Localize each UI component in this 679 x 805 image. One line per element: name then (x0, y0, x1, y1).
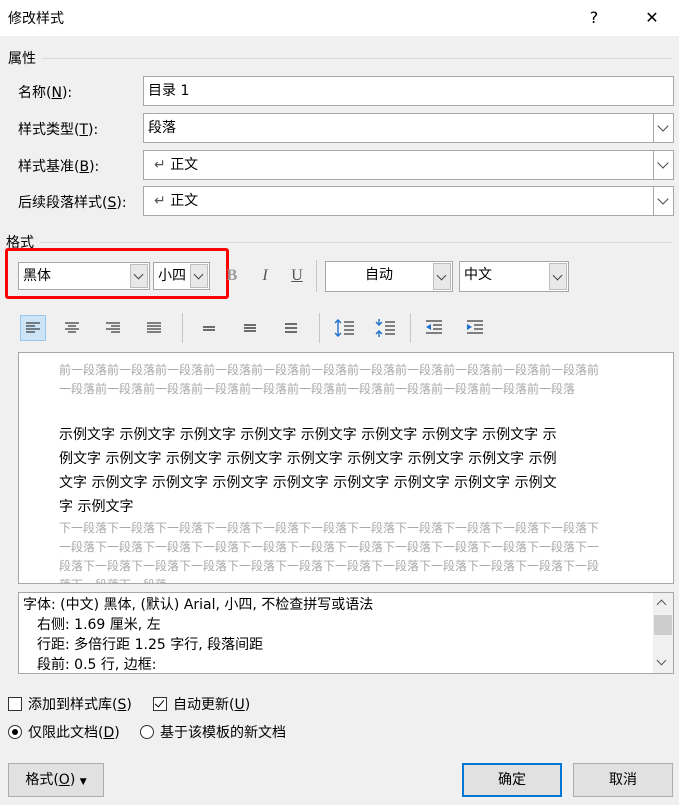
name-input[interactable]: 目录 1 (143, 76, 674, 106)
ok-button[interactable]: 确定 (462, 763, 562, 797)
style-type-label: 样式类型(T): (18, 122, 99, 138)
scrollbar-thumb[interactable] (654, 615, 672, 635)
align-center-icon (65, 322, 79, 333)
single-spacing-button[interactable] (197, 316, 221, 344)
decrease-spacing-button[interactable] (374, 316, 398, 344)
close-icon: ✕ (645, 8, 659, 27)
auto-update-label[interactable]: 自动更新(U) (173, 694, 250, 714)
preview-previous-paragraph: 前一段落前一段落前一段落前一段落前一段落前一段落前一段落前一段落前一段落前一段落… (59, 363, 600, 396)
onehalf-spacing-button[interactable] (238, 316, 262, 344)
spacing-increase-icon (334, 319, 354, 337)
description-line: 行距: 多倍行距 1.25 字行, 段落间距 (37, 637, 264, 653)
toolbar-separator (410, 313, 411, 343)
line-spacing-double-icon (285, 323, 297, 333)
increase-spacing-button[interactable] (333, 316, 357, 344)
dialog-title: 修改样式 (8, 11, 64, 27)
help-button[interactable]: ? (572, 4, 616, 32)
based-on-label: 样式基准(B): (18, 159, 100, 175)
add-to-gallery-label[interactable]: 添加到样式库(S) (28, 694, 132, 714)
style-description: 字体: (中文) 黑体, (默认) Arial, 小四, 不检查拼写或语法 右侧… (18, 592, 674, 674)
name-label: 名称(N): (18, 85, 73, 101)
description-scrollbar[interactable] (653, 593, 673, 673)
chevron-down-icon[interactable] (656, 655, 667, 666)
only-this-document-radio[interactable] (8, 725, 22, 739)
cancel-button[interactable]: 取消 (573, 763, 673, 797)
description-line: 右侧: 1.69 厘米, 左 (37, 617, 161, 633)
based-on-dropdown[interactable]: ↵ 正文 (143, 150, 674, 180)
script-dropdown[interactable]: 中文 (459, 261, 569, 292)
spacing-decrease-icon (375, 319, 395, 337)
font-value: 黑体 (23, 268, 51, 284)
font-color-dropdown[interactable]: 自动 (325, 261, 453, 292)
indent-decrease-icon (426, 320, 442, 334)
radio-selected-dot (12, 729, 18, 735)
decrease-indent-button[interactable] (422, 316, 446, 344)
properties-separator (42, 58, 672, 59)
chevron-down-icon[interactable] (190, 264, 208, 288)
font-dropdown[interactable]: 黑体 (18, 262, 150, 290)
following-style-label: 后续段落样式(S): (18, 195, 127, 211)
increase-indent-button[interactable] (463, 316, 487, 344)
font-size-value: 小四 (158, 268, 186, 284)
preview-pane: 前一段落前一段落前一段落前一段落前一段落前一段落前一段落前一段落前一段落前一段落… (18, 352, 674, 584)
toolbar-separator (319, 313, 320, 343)
format-menu-button[interactable]: 格式(O) ▼ (8, 763, 104, 797)
auto-update-checkbox[interactable] (153, 697, 167, 711)
line-spacing-onehalf-icon (244, 324, 256, 332)
following-style-dropdown[interactable]: ↵ 正文 (143, 186, 674, 216)
format-separator (40, 242, 672, 243)
close-button[interactable]: ✕ (630, 4, 674, 32)
indent-increase-icon (467, 320, 483, 334)
description-line: 字体: (中文) 黑体, (默认) Arial, 小四, 不检查拼写或语法 (23, 597, 374, 613)
align-center-button[interactable] (60, 316, 84, 344)
chevron-down-icon[interactable] (549, 263, 567, 290)
triangle-down-icon: ▼ (79, 777, 87, 787)
chevron-up-icon[interactable] (656, 599, 667, 610)
properties-section-label: 属性 (8, 51, 36, 67)
paragraph-mark-icon: ↵ (154, 157, 166, 173)
style-type-value: 段落 (148, 120, 176, 136)
justify-button[interactable] (142, 316, 166, 344)
chevron-down-icon[interactable] (433, 263, 451, 290)
bold-button[interactable]: B (221, 264, 243, 288)
chevron-down-icon[interactable] (653, 114, 673, 142)
chevron-down-icon[interactable] (653, 151, 673, 179)
align-right-icon (106, 322, 120, 333)
line-spacing-single-icon (203, 326, 215, 331)
align-left-icon (26, 322, 40, 333)
chevron-down-icon[interactable] (130, 264, 148, 288)
toolbar-separator (316, 260, 317, 292)
preview-next-paragraph: 下一段落下一段落下一段落下一段落下一段落下一段落下一段落下一段落下一段落下一段落… (59, 521, 600, 583)
new-documents-radio[interactable] (140, 725, 154, 739)
following-style-value: 正文 (170, 193, 199, 209)
script-value: 中文 (464, 267, 492, 283)
only-this-document-label[interactable]: 仅限此文档(D) (28, 722, 120, 742)
preview-sample-text: 示例文字 示例文字 示例文字 示例文字 示例文字 示例文字 示例文字 示例文字 … (59, 427, 557, 515)
checkmark-icon (154, 697, 165, 708)
chevron-down-icon[interactable] (653, 187, 673, 215)
italic-button[interactable]: I (254, 264, 276, 288)
double-spacing-button[interactable] (279, 316, 303, 344)
based-on-value: 正文 (170, 157, 199, 173)
add-to-gallery-checkbox[interactable] (8, 697, 22, 711)
font-color-value: 自动 (365, 267, 393, 283)
new-documents-label[interactable]: 基于该模板的新文档 (160, 722, 286, 742)
paragraph-mark-icon: ↵ (154, 193, 166, 209)
justify-icon (147, 322, 161, 333)
align-left-button[interactable] (20, 315, 46, 341)
toolbar-separator (182, 313, 183, 343)
align-right-button[interactable] (101, 316, 125, 344)
description-line: 段前: 0.5 行, 边框: (37, 657, 157, 673)
font-size-dropdown[interactable]: 小四 (153, 262, 210, 290)
underline-button[interactable]: U (286, 264, 308, 288)
style-type-dropdown[interactable]: 段落 (143, 113, 674, 143)
